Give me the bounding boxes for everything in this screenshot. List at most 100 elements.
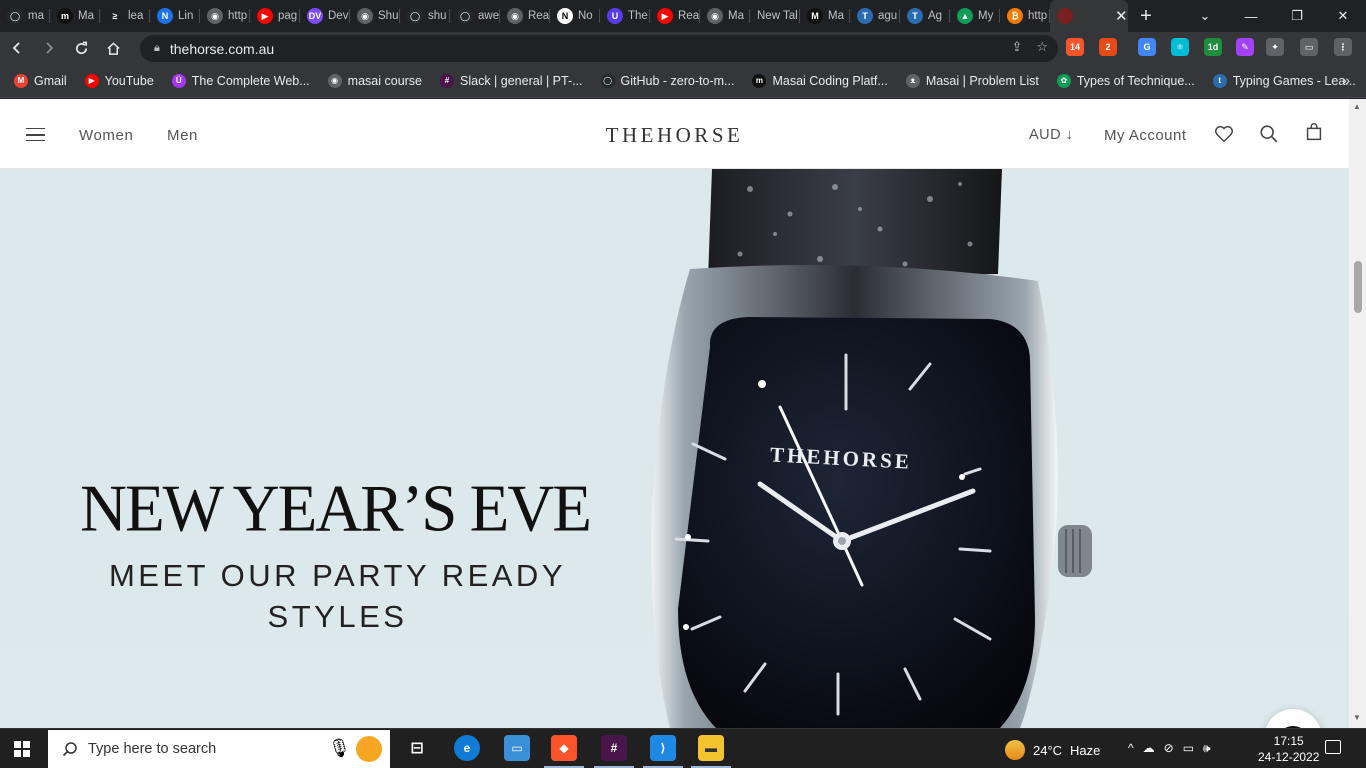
chat-widget-button[interactable] <box>1264 709 1322 728</box>
browser-tab[interactable]: DV Dev <box>300 0 350 32</box>
close-tab-icon[interactable]: ✕ <box>1115 7 1128 25</box>
vpn-icon[interactable]: ⊘ <box>1164 741 1174 756</box>
tab-search-icon[interactable]: ⌄ <box>1182 0 1228 32</box>
bookmark-item[interactable]: m Masai Coding Platf... <box>752 73 888 88</box>
task-view-icon[interactable]: ⊟ <box>404 735 430 761</box>
browser-tab[interactable]: ◉ Ma <box>700 0 750 32</box>
browser-tab[interactable]: M Ma <box>800 0 850 32</box>
network-icon[interactable]: ☁ <box>1143 741 1155 756</box>
browser-tab[interactable]: ▶ pag <box>250 0 300 32</box>
bookmark-item[interactable]: M Gmail <box>14 73 67 88</box>
active-browser-tab[interactable]: ✕ <box>1050 0 1128 32</box>
search-icon[interactable] <box>1258 123 1280 145</box>
bookmark-item[interactable]: ▶ YouTube <box>84 73 154 88</box>
bookmark-favicon-icon: ✿ <box>1056 73 1071 88</box>
url-text[interactable]: thehorse.com.au <box>170 41 274 57</box>
scroll-down-icon[interactable]: ▼ <box>1353 713 1361 722</box>
address-bar[interactable]: 🔒︎ thehorse.com.au ⇪ ☆ <box>140 35 1058 62</box>
tab-favicon-icon: ▶ <box>257 8 273 24</box>
currency-selector[interactable]: AUD ↓ <box>1029 127 1073 143</box>
browser-tab[interactable]: ◯ awe <box>450 0 500 32</box>
tab-title: Rea <box>528 10 550 22</box>
weather-condition: Haze <box>1070 742 1101 758</box>
extension-icon[interactable]: ⚛ <box>1171 38 1189 56</box>
edge-browser-icon[interactable]: e <box>454 735 480 761</box>
bookmarks-overflow-button[interactable]: » <box>1342 72 1350 88</box>
bookmark-item[interactable]: t Typing Games - Lea... <box>1212 73 1356 88</box>
browser-tab[interactable]: U The <box>600 0 650 32</box>
extension-icon[interactable]: 1d <box>1204 38 1222 56</box>
weather-temp: 24°C <box>1033 742 1063 758</box>
extension-icon[interactable]: ✦ <box>1266 38 1284 56</box>
tray-chevron-icon[interactable]: ^ <box>1128 741 1134 756</box>
bookmark-item[interactable]: ◯ GitHub - zero-to-m... <box>600 73 734 88</box>
close-window-button[interactable]: ✕ <box>1320 0 1366 32</box>
extension-icon[interactable]: 2 <box>1099 38 1117 56</box>
browser-tab[interactable]: T Ag <box>900 0 950 32</box>
taskbar-search-box[interactable]: Type here to search 🎙︎ <box>48 730 390 768</box>
forward-icon[interactable] <box>34 33 64 63</box>
tab-favicon-icon: T <box>857 8 873 24</box>
slack-icon[interactable]: # <box>601 735 627 761</box>
file-explorer-icon[interactable]: ▬ <box>698 735 724 761</box>
browser-tab[interactable]: ◉ http <box>200 0 250 32</box>
browser-tab[interactable]: N Lin <box>150 0 200 32</box>
tab-title: shu <box>428 10 447 22</box>
weather-widget[interactable]: 24°C Haze <box>1005 740 1100 760</box>
hero-title: NEW YEAR’S EVE <box>80 471 592 547</box>
battery-icon[interactable]: ▭ <box>1183 741 1194 756</box>
file-laptop-icon[interactable]: ▭ <box>504 735 530 761</box>
home-icon[interactable] <box>98 33 128 63</box>
browser-tab[interactable]: New Tab <box>750 0 800 32</box>
bookmark-star-icon[interactable]: ☆ <box>1036 39 1048 55</box>
bookmark-item[interactable]: ✿ Types of Technique... <box>1056 73 1195 88</box>
share-icon[interactable]: ⇪ <box>1011 39 1022 55</box>
brave-browser-icon[interactable]: ◆ <box>551 735 577 761</box>
windows-start-icon[interactable] <box>14 741 30 757</box>
taskbar-clock[interactable]: 17:15 24-12-2022 <box>1258 733 1319 765</box>
browser-tab[interactable]: ₿ http <box>1000 0 1050 32</box>
reload-icon[interactable] <box>66 33 96 63</box>
browser-tab[interactable]: ◉ Rea <box>500 0 550 32</box>
page-scrollbar[interactable]: ▲ ▼ <box>1349 99 1366 728</box>
browser-tab[interactable]: ◯ shu <box>400 0 450 32</box>
scroll-up-icon[interactable]: ▲ <box>1353 102 1361 111</box>
cart-bag-icon[interactable] <box>1303 121 1325 143</box>
browser-tab[interactable]: ≥ lea <box>100 0 150 32</box>
extension-icon[interactable]: ✎ <box>1236 38 1254 56</box>
bookmark-label: Masai Coding Platf... <box>772 73 888 88</box>
back-icon[interactable] <box>2 33 32 63</box>
bookmark-item[interactable]: # Slack | general | PT-... <box>440 73 583 88</box>
browser-tab[interactable]: ▲ My <box>950 0 1000 32</box>
notification-center-icon[interactable] <box>1325 740 1341 754</box>
maximize-button[interactable]: ❐ <box>1274 0 1320 32</box>
browser-tab[interactable]: ▶ Rea <box>650 0 700 32</box>
browser-tab[interactable]: ◯ ma <box>0 0 50 32</box>
volume-icon[interactable]: 🕪 <box>1203 741 1211 756</box>
wishlist-heart-icon[interactable] <box>1213 123 1235 145</box>
search-highlight-icon[interactable] <box>356 736 382 762</box>
browser-tab[interactable]: m Ma <box>50 0 100 32</box>
browser-tab[interactable]: Tagu <box>850 0 900 32</box>
new-tab-button[interactable]: + <box>1128 5 1164 28</box>
tab-title: Ma <box>78 10 94 22</box>
bookmark-item[interactable]: ◉ masai course <box>327 73 422 88</box>
extension-icon[interactable]: G <box>1138 38 1156 56</box>
minimize-button[interactable]: — <box>1228 0 1274 32</box>
extension-icon[interactable]: ▭ <box>1300 38 1318 56</box>
extension-icon[interactable]: 14 <box>1066 38 1084 56</box>
my-account-link[interactable]: My Account <box>1104 127 1187 144</box>
vscode-icon[interactable]: ⟩ <box>650 735 676 761</box>
browser-tab[interactable]: ◉ Shu <box>350 0 400 32</box>
scroll-thumb[interactable] <box>1354 261 1362 313</box>
extension-icon[interactable]: ⋮ <box>1334 38 1352 56</box>
bookmark-item[interactable]: Ü The Complete Web... <box>171 73 310 88</box>
tab-favicon-icon: m <box>57 8 73 24</box>
tab-title: New Tab <box>757 10 797 22</box>
bookmark-item[interactable]: ᴥ Masai | Problem List <box>905 73 1039 88</box>
lock-icon[interactable]: 🔒︎ <box>154 42 160 55</box>
browser-tab[interactable]: N No <box>550 0 600 32</box>
bookmark-favicon-icon: ᴥ <box>905 73 920 88</box>
hero-banner[interactable]: THEHORSE NEW YEAR’S EVE MEET OUR PARTY R… <box>0 169 1349 728</box>
microphone-icon[interactable]: 🎙︎ <box>328 738 351 759</box>
